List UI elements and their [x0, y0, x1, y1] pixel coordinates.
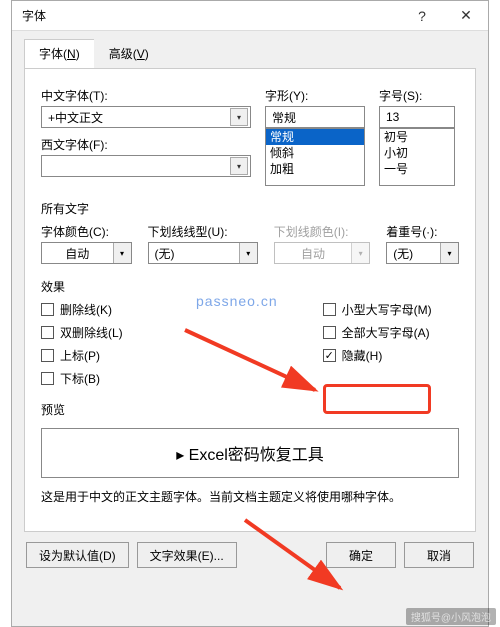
- close-button[interactable]: ✕: [444, 1, 488, 31]
- font-dialog: 字体 ? ✕ 字体(N) 高级(V) 中文字体(T): +中文正文 ▾ 西文字体…: [11, 0, 489, 627]
- preview-note: 这是用于中文的正文主题字体。当前文档主题定义将使用哪种字体。: [41, 488, 459, 505]
- emphasis-label: 着重号(·):: [386, 223, 459, 240]
- size-listbox[interactable]: 初号 小初 一号: [379, 128, 455, 186]
- font-color-dropdown[interactable]: 自动 ▾: [41, 242, 132, 264]
- titlebar: 字体 ? ✕: [12, 1, 488, 31]
- superscript-checkbox[interactable]: 上标(P): [41, 347, 123, 364]
- size-input[interactable]: 13: [379, 106, 455, 128]
- hidden-checkbox[interactable]: 隐藏(H): [323, 347, 432, 364]
- preview-box: ▸ Excel密码恢复工具: [41, 428, 459, 478]
- underline-color-label: 下划线颜色(I):: [274, 223, 370, 240]
- chevron-down-icon: ▾: [239, 243, 257, 263]
- help-icon: ?: [418, 8, 426, 24]
- emphasis-dropdown[interactable]: (无) ▾: [386, 242, 459, 264]
- cn-font-label: 中文字体(T):: [41, 87, 251, 104]
- font-color-label: 字体颜色(C):: [41, 223, 132, 240]
- list-item[interactable]: 常规: [266, 129, 364, 145]
- help-button[interactable]: ?: [400, 1, 444, 31]
- list-item[interactable]: 初号: [380, 129, 454, 145]
- watermark: passneo.cn: [196, 293, 278, 309]
- west-font-label: 西文字体(F):: [41, 136, 251, 153]
- checkbox-icon: [323, 303, 336, 316]
- tab-panel: 中文字体(T): +中文正文 ▾ 西文字体(F): ▾ 字形(Y): 常规: [24, 69, 476, 532]
- strike-checkbox[interactable]: 删除线(K): [41, 301, 123, 318]
- double-strike-checkbox[interactable]: 双删除线(L): [41, 324, 123, 341]
- size-label: 字号(S):: [379, 87, 455, 104]
- checkbox-icon: [323, 349, 336, 362]
- checkbox-icon: [41, 349, 54, 362]
- chevron-down-icon: ▾: [440, 243, 458, 263]
- style-listbox[interactable]: 常规 倾斜 加粗: [265, 128, 365, 186]
- checkbox-icon: [41, 303, 54, 316]
- effects-area: passneo.cn 删除线(K) 双删除线(L) 上标(P) 下标(B) 小型…: [41, 301, 459, 387]
- checkbox-icon: [41, 326, 54, 339]
- preview-group: 预览: [41, 401, 459, 418]
- chevron-down-icon: ▾: [351, 243, 369, 263]
- allcaps-checkbox[interactable]: 全部大写字母(A): [323, 324, 432, 341]
- preview-sample: ▸ Excel密码恢复工具: [176, 441, 324, 465]
- list-item[interactable]: 倾斜: [266, 145, 364, 161]
- tab-advanced[interactable]: 高级(V): [94, 39, 164, 68]
- close-icon: ✕: [460, 7, 472, 24]
- chevron-down-icon: ▾: [113, 243, 131, 263]
- set-default-button[interactable]: 设为默认值(D): [26, 542, 129, 568]
- text-effects-button[interactable]: 文字效果(E)...: [137, 542, 237, 568]
- cancel-button[interactable]: 取消: [404, 542, 474, 568]
- subscript-checkbox[interactable]: 下标(B): [41, 370, 123, 387]
- tab-font[interactable]: 字体(N): [24, 39, 95, 68]
- all-text-group: 所有文字: [41, 200, 459, 217]
- list-item[interactable]: 一号: [380, 161, 454, 177]
- style-input[interactable]: 常规: [265, 106, 365, 128]
- dialog-title: 字体: [22, 7, 400, 24]
- effects-group: 效果: [41, 278, 459, 295]
- list-item[interactable]: 加粗: [266, 161, 364, 177]
- chevron-down-icon: ▾: [230, 108, 248, 126]
- underline-style-label: 下划线线型(U):: [148, 223, 258, 240]
- underline-color-dropdown: 自动 ▾: [274, 242, 370, 264]
- cn-font-dropdown[interactable]: +中文正文 ▾: [41, 106, 251, 128]
- smallcaps-checkbox[interactable]: 小型大写字母(M): [323, 301, 432, 318]
- cn-font-value: +中文正文: [48, 109, 230, 126]
- chevron-down-icon: ▾: [230, 157, 248, 175]
- footer: 设为默认值(D) 文字效果(E)... 确定 取消: [12, 542, 488, 582]
- checkbox-icon: [41, 372, 54, 385]
- underline-style-dropdown[interactable]: (无) ▾: [148, 242, 258, 264]
- style-label: 字形(Y):: [265, 87, 365, 104]
- tab-bar: 字体(N) 高级(V): [24, 39, 476, 69]
- checkbox-icon: [323, 326, 336, 339]
- ok-button[interactable]: 确定: [326, 542, 396, 568]
- list-item[interactable]: 小初: [380, 145, 454, 161]
- source-credit: 搜狐号@小风泡泡: [406, 608, 496, 625]
- west-font-dropdown[interactable]: ▾: [41, 155, 251, 177]
